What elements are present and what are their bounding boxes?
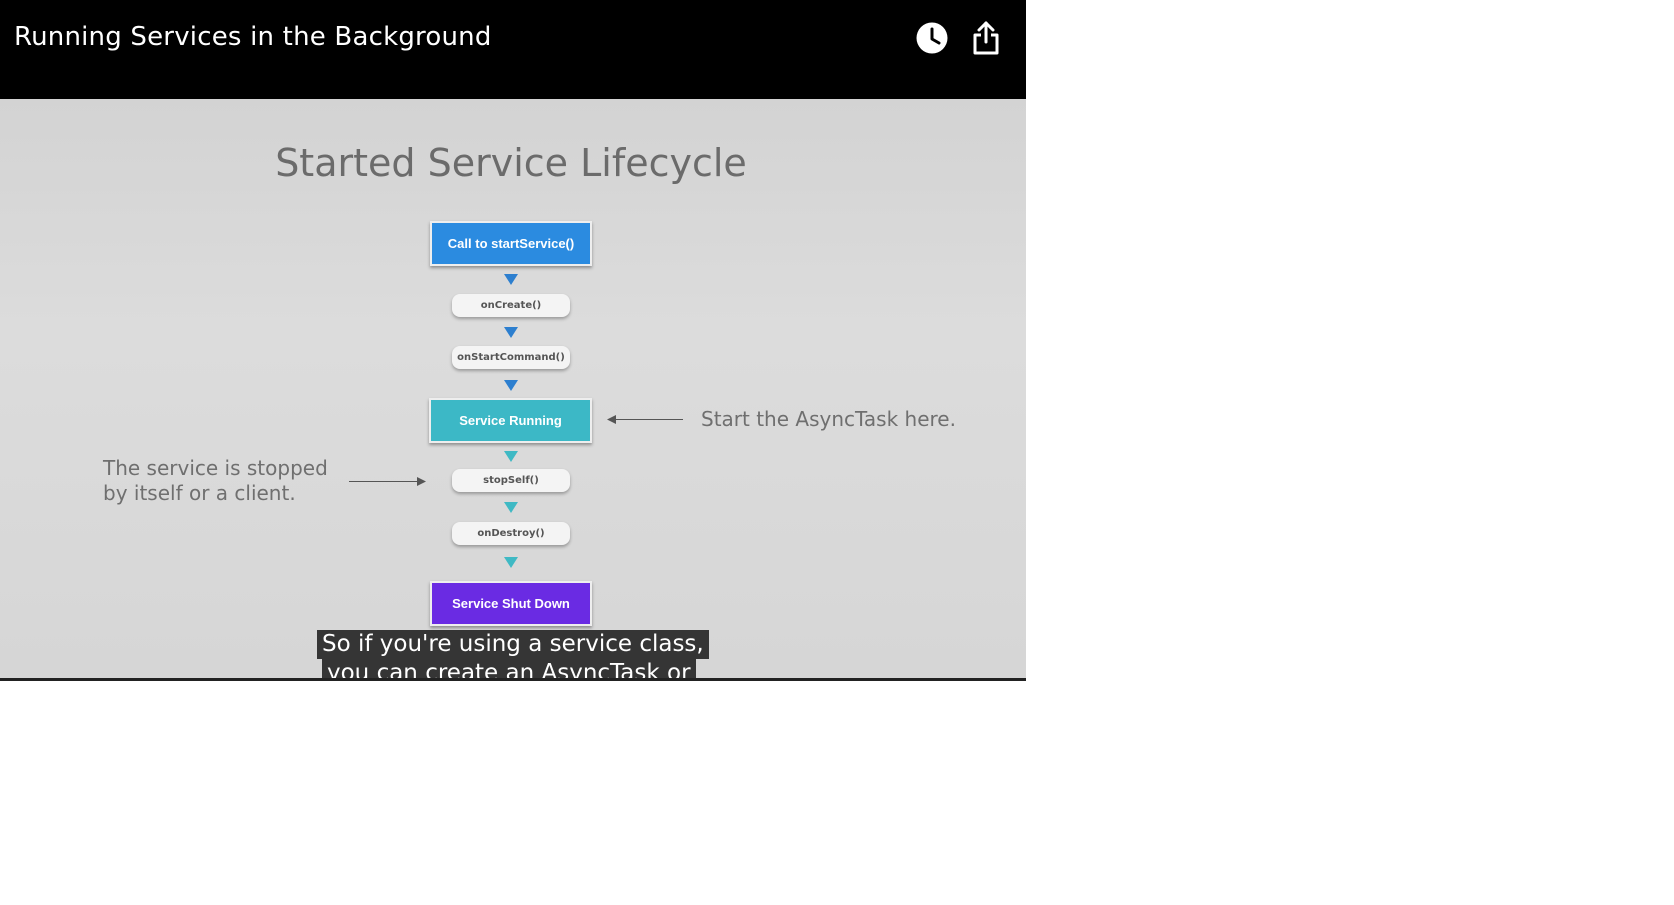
slide-frame: Started Service Lifecycle Call to startS… — [0, 99, 1026, 679]
player-top-bar: Running Services in the Background — [0, 0, 1026, 99]
arrow-right-icon — [349, 481, 421, 482]
call-start-service-box: Call to startService() — [430, 221, 592, 266]
flow-arrow-down-icon — [504, 327, 518, 338]
annotation-service-stopped-line1: The service is stopped — [103, 456, 328, 480]
annotation-service-stopped-line2: by itself or a client. — [103, 481, 296, 505]
share-icon[interactable] — [968, 20, 1004, 56]
service-shut-down-box: Service Shut Down — [430, 581, 592, 626]
service-running-box: Service Running — [429, 398, 592, 443]
video-title[interactable]: Running Services in the Background — [14, 22, 492, 52]
flow-arrow-down-icon — [504, 557, 518, 568]
arrow-left-icon — [611, 419, 683, 420]
progress-bar[interactable] — [0, 678, 1026, 681]
stop-self-step: stopSelf() — [452, 469, 570, 492]
caption-line-1: So if you're using a service class, — [317, 630, 709, 659]
flow-arrow-down-icon — [504, 380, 518, 391]
on-destroy-step: onDestroy() — [452, 522, 570, 545]
arrow-left-head-icon — [607, 415, 616, 424]
on-start-command-step: onStartCommand() — [452, 346, 570, 369]
flow-arrow-down-icon — [504, 274, 518, 285]
video-player[interactable]: Running Services in the Background Start… — [0, 0, 1026, 681]
slide-title: Started Service Lifecycle — [275, 141, 747, 185]
flow-arrow-down-icon — [504, 502, 518, 513]
annotation-start-asynctask: Start the AsyncTask here. — [701, 407, 956, 431]
clock-icon[interactable] — [914, 20, 950, 56]
arrow-right-head-icon — [417, 477, 426, 486]
flow-arrow-down-icon — [504, 451, 518, 462]
on-create-step: onCreate() — [452, 294, 570, 317]
